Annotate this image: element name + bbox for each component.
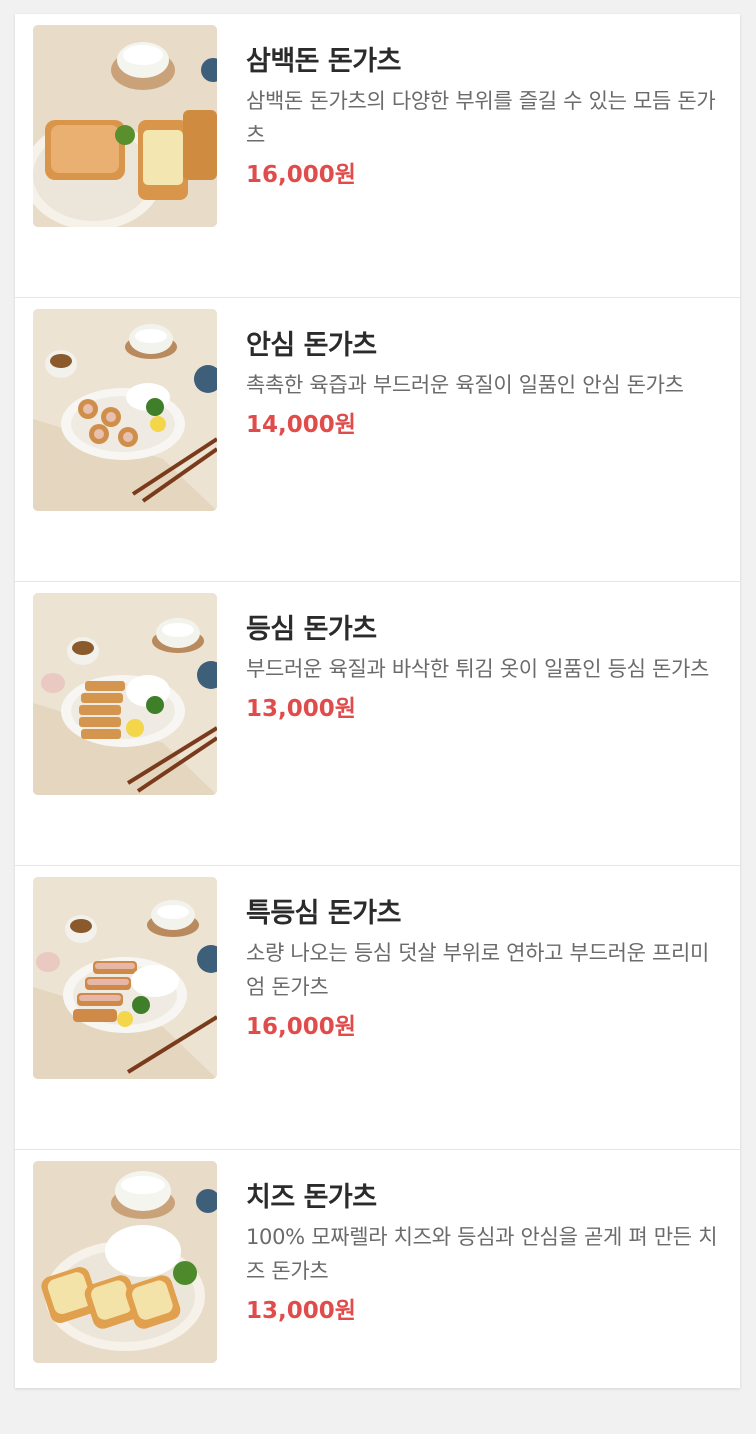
item-text: 특등심 돈가츠 소량 나오는 등심 덧살 부위로 연하고 부드러운 프리미엄 돈… xyxy=(246,894,726,1044)
item-price: 13,000원 xyxy=(246,1298,356,1324)
item-price: 16,000원 xyxy=(246,162,356,188)
tenderloin-tonkatsu-photo[interactable] xyxy=(33,309,217,511)
menu-item-assorted[interactable]: 삼백돈 돈가츠 삼백돈 돈가츠의 다양한 부위를 즐길 수 있는 모듬 돈가츠 … xyxy=(15,14,740,298)
menu-item-sirloin[interactable]: 등심 돈가츠 부드러운 육질과 바삭한 튀김 옷이 일품인 등심 돈가츠 13,… xyxy=(15,582,740,866)
item-description: 촉촉한 육즙과 부드러운 육질이 일품인 안심 돈가츠 xyxy=(246,373,684,397)
item-description: 삼백돈 돈가츠의 다양한 부위를 즐길 수 있는 모듬 돈가츠 xyxy=(246,89,716,147)
item-price: 13,000원 xyxy=(246,696,356,722)
menu-item-tenderloin[interactable]: 안심 돈가츠 촉촉한 육즙과 부드러운 육질이 일품인 안심 돈가츠 14,00… xyxy=(15,298,740,582)
item-text: 안심 돈가츠 촉촉한 육즙과 부드러운 육질이 일품인 안심 돈가츠 14,00… xyxy=(246,326,726,442)
item-name: 안심 돈가츠 xyxy=(246,330,377,361)
item-price: 14,000원 xyxy=(246,412,356,438)
item-name: 특등심 돈가츠 xyxy=(246,898,401,929)
item-text: 치즈 돈가츠 100% 모짜렐라 치즈와 등심과 안심을 곧게 펴 만든 치즈 … xyxy=(246,1178,726,1328)
menu-item-cheese[interactable]: 치즈 돈가츠 100% 모짜렐라 치즈와 등심과 안심을 곧게 펴 만든 치즈 … xyxy=(15,1150,740,1434)
item-text: 등심 돈가츠 부드러운 육질과 바삭한 튀김 옷이 일품인 등심 돈가츠 13,… xyxy=(246,610,726,726)
item-description: 100% 모짜렐라 치즈와 등심과 안심을 곧게 펴 만든 치즈 돈가츠 xyxy=(246,1225,718,1283)
item-name: 삼백돈 돈가츠 xyxy=(246,46,401,77)
item-description: 부드러운 육질과 바삭한 튀김 옷이 일품인 등심 돈가츠 xyxy=(246,657,710,681)
item-text: 삼백돈 돈가츠 삼백돈 돈가츠의 다양한 부위를 즐길 수 있는 모듬 돈가츠 … xyxy=(246,42,726,192)
cheese-tonkatsu-photo[interactable] xyxy=(33,1161,217,1363)
premium-sirloin-tonkatsu-photo[interactable] xyxy=(33,877,217,1079)
menu-list: 삼백돈 돈가츠 삼백돈 돈가츠의 다양한 부위를 즐길 수 있는 모듬 돈가츠 … xyxy=(15,14,740,1388)
item-price: 16,000원 xyxy=(246,1014,356,1040)
item-description: 소량 나오는 등심 덧살 부위로 연하고 부드러운 프리미엄 돈가츠 xyxy=(246,941,710,999)
assorted-tonkatsu-photo[interactable] xyxy=(33,25,217,227)
menu-item-premium-sirloin[interactable]: 특등심 돈가츠 소량 나오는 등심 덧살 부위로 연하고 부드러운 프리미엄 돈… xyxy=(15,866,740,1150)
sirloin-tonkatsu-photo[interactable] xyxy=(33,593,217,795)
item-name: 등심 돈가츠 xyxy=(246,614,377,645)
item-name: 치즈 돈가츠 xyxy=(246,1182,377,1213)
